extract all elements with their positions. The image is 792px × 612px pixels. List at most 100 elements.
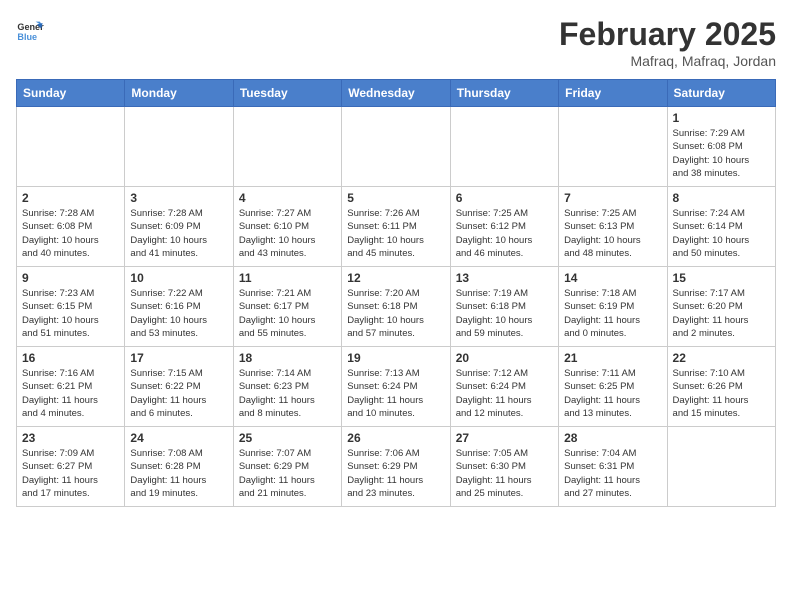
calendar-cell: 25 Sunrise: 7:07 AM Sunset: 6:29 PM Dayli… (233, 427, 341, 507)
calendar-cell: 27Sunrise: 7:05 AM Sunset: 6:30 PM Dayli… (450, 427, 558, 507)
calendar-cell: 26 Sunrise: 7:06 AM Sunset: 6:29 PM Dayli… (342, 427, 450, 507)
calendar-week-row: 1 Sunrise: 7:29 AM Sunset: 6:08 PM Daylig… (17, 107, 776, 187)
day-info: Sunrise: 7:14 AM Sunset: 6:23 PM Dayligh… (239, 367, 336, 420)
calendar-cell: 24 Sunrise: 7:08 AM Sunset: 6:28 PM Dayli… (125, 427, 233, 507)
day-number: 26 (347, 431, 444, 445)
day-info: Sunrise: 7:17 AM Sunset: 6:20 PM Dayligh… (673, 287, 770, 340)
day-info: Sunrise: 7:25 AM Sunset: 6:12 PM Dayligh… (456, 207, 553, 260)
day-info: Sunrise: 7:11 AM Sunset: 6:25 PM Dayligh… (564, 367, 661, 420)
calendar-cell: 15 Sunrise: 7:17 AM Sunset: 6:20 PM Dayli… (667, 267, 775, 347)
day-info: Sunrise: 7:12 AM Sunset: 6:24 PM Dayligh… (456, 367, 553, 420)
month-title: February 2025 (559, 16, 776, 53)
day-info: Sunrise: 7:16 AM Sunset: 6:21 PM Dayligh… (22, 367, 119, 420)
calendar-cell: 20 Sunrise: 7:12 AM Sunset: 6:24 PM Dayli… (450, 347, 558, 427)
calendar-col-header: Tuesday (233, 80, 341, 107)
calendar-col-header: Monday (125, 80, 233, 107)
day-info: Sunrise: 7:21 AM Sunset: 6:17 PM Dayligh… (239, 287, 336, 340)
day-number: 24 (130, 431, 227, 445)
day-info: Sunrise: 7:09 AM Sunset: 6:27 PM Dayligh… (22, 447, 119, 500)
day-number: 13 (456, 271, 553, 285)
calendar-cell: 2Sunrise: 7:28 AM Sunset: 6:08 PM Daylig… (17, 187, 125, 267)
day-number: 20 (456, 351, 553, 365)
calendar-cell: 13 Sunrise: 7:19 AM Sunset: 6:18 PM Dayli… (450, 267, 558, 347)
calendar-cell: 3 Sunrise: 7:28 AM Sunset: 6:09 PM Daylig… (125, 187, 233, 267)
logo: General Blue (16, 16, 44, 44)
day-number: 5 (347, 191, 444, 205)
day-number: 19 (347, 351, 444, 365)
day-info: Sunrise: 7:08 AM Sunset: 6:28 PM Dayligh… (130, 447, 227, 500)
day-number: 15 (673, 271, 770, 285)
day-number: 7 (564, 191, 661, 205)
day-info: Sunrise: 7:24 AM Sunset: 6:14 PM Dayligh… (673, 207, 770, 260)
calendar-col-header: Wednesday (342, 80, 450, 107)
day-info: Sunrise: 7:19 AM Sunset: 6:18 PM Dayligh… (456, 287, 553, 340)
calendar-cell: 6 Sunrise: 7:25 AM Sunset: 6:12 PM Daylig… (450, 187, 558, 267)
calendar-cell (125, 107, 233, 187)
day-number: 11 (239, 271, 336, 285)
calendar-cell: 7Sunrise: 7:25 AM Sunset: 6:13 PM Daylig… (559, 187, 667, 267)
day-info: Sunrise: 7:06 AM Sunset: 6:29 PM Dayligh… (347, 447, 444, 500)
day-number: 2 (22, 191, 119, 205)
day-info: Sunrise: 7:20 AM Sunset: 6:18 PM Dayligh… (347, 287, 444, 340)
calendar-cell: 21 Sunrise: 7:11 AM Sunset: 6:25 PM Dayli… (559, 347, 667, 427)
calendar-body: 1 Sunrise: 7:29 AM Sunset: 6:08 PM Daylig… (17, 107, 776, 507)
day-number: 27 (456, 431, 553, 445)
day-number: 3 (130, 191, 227, 205)
day-number: 6 (456, 191, 553, 205)
calendar-cell: 22 Sunrise: 7:10 AM Sunset: 6:26 PM Dayli… (667, 347, 775, 427)
calendar-week-row: 2Sunrise: 7:28 AM Sunset: 6:08 PM Daylig… (17, 187, 776, 267)
day-number: 21 (564, 351, 661, 365)
day-number: 4 (239, 191, 336, 205)
calendar-col-header: Friday (559, 80, 667, 107)
calendar-cell: 10 Sunrise: 7:22 AM Sunset: 6:16 PM Dayli… (125, 267, 233, 347)
day-number: 22 (673, 351, 770, 365)
day-info: Sunrise: 7:10 AM Sunset: 6:26 PM Dayligh… (673, 367, 770, 420)
day-number: 28 (564, 431, 661, 445)
calendar-week-row: 9 Sunrise: 7:23 AM Sunset: 6:15 PM Daylig… (17, 267, 776, 347)
day-number: 1 (673, 111, 770, 125)
calendar-header-row: SundayMondayTuesdayWednesdayThursdayFrid… (17, 80, 776, 107)
day-number: 25 (239, 431, 336, 445)
calendar-cell: 18 Sunrise: 7:14 AM Sunset: 6:23 PM Dayli… (233, 347, 341, 427)
day-info: Sunrise: 7:26 AM Sunset: 6:11 PM Dayligh… (347, 207, 444, 260)
calendar-cell: 16 Sunrise: 7:16 AM Sunset: 6:21 PM Dayli… (17, 347, 125, 427)
day-info: Sunrise: 7:23 AM Sunset: 6:15 PM Dayligh… (22, 287, 119, 340)
calendar-cell: 4Sunrise: 7:27 AM Sunset: 6:10 PM Daylig… (233, 187, 341, 267)
day-info: Sunrise: 7:22 AM Sunset: 6:16 PM Dayligh… (130, 287, 227, 340)
day-number: 10 (130, 271, 227, 285)
calendar-cell (233, 107, 341, 187)
calendar-cell (342, 107, 450, 187)
calendar-week-row: 23 Sunrise: 7:09 AM Sunset: 6:27 PM Dayli… (17, 427, 776, 507)
calendar-cell: 19 Sunrise: 7:13 AM Sunset: 6:24 PM Dayli… (342, 347, 450, 427)
location-subtitle: Mafraq, Mafraq, Jordan (559, 53, 776, 69)
day-number: 9 (22, 271, 119, 285)
calendar-cell: 14Sunrise: 7:18 AM Sunset: 6:19 PM Dayli… (559, 267, 667, 347)
calendar-cell (17, 107, 125, 187)
day-info: Sunrise: 7:28 AM Sunset: 6:09 PM Dayligh… (130, 207, 227, 260)
page-header: General Blue February 2025 Mafraq, Mafra… (16, 16, 776, 69)
day-info: Sunrise: 7:15 AM Sunset: 6:22 PM Dayligh… (130, 367, 227, 420)
title-block: February 2025 Mafraq, Mafraq, Jordan (559, 16, 776, 69)
day-info: Sunrise: 7:29 AM Sunset: 6:08 PM Dayligh… (673, 127, 770, 180)
calendar-col-header: Thursday (450, 80, 558, 107)
calendar-cell: 8Sunrise: 7:24 AM Sunset: 6:14 PM Daylig… (667, 187, 775, 267)
logo-icon: General Blue (16, 16, 44, 44)
calendar-cell (667, 427, 775, 507)
calendar-cell: 5 Sunrise: 7:26 AM Sunset: 6:11 PM Daylig… (342, 187, 450, 267)
day-info: Sunrise: 7:04 AM Sunset: 6:31 PM Dayligh… (564, 447, 661, 500)
day-info: Sunrise: 7:13 AM Sunset: 6:24 PM Dayligh… (347, 367, 444, 420)
calendar-cell: 12 Sunrise: 7:20 AM Sunset: 6:18 PM Dayli… (342, 267, 450, 347)
calendar-week-row: 16 Sunrise: 7:16 AM Sunset: 6:21 PM Dayli… (17, 347, 776, 427)
day-info: Sunrise: 7:07 AM Sunset: 6:29 PM Dayligh… (239, 447, 336, 500)
day-number: 16 (22, 351, 119, 365)
calendar-table: SundayMondayTuesdayWednesdayThursdayFrid… (16, 79, 776, 507)
calendar-cell: 28 Sunrise: 7:04 AM Sunset: 6:31 PM Dayli… (559, 427, 667, 507)
calendar-cell (450, 107, 558, 187)
calendar-col-header: Saturday (667, 80, 775, 107)
day-number: 18 (239, 351, 336, 365)
day-number: 14 (564, 271, 661, 285)
day-number: 17 (130, 351, 227, 365)
day-number: 12 (347, 271, 444, 285)
svg-text:Blue: Blue (17, 32, 37, 42)
day-number: 23 (22, 431, 119, 445)
